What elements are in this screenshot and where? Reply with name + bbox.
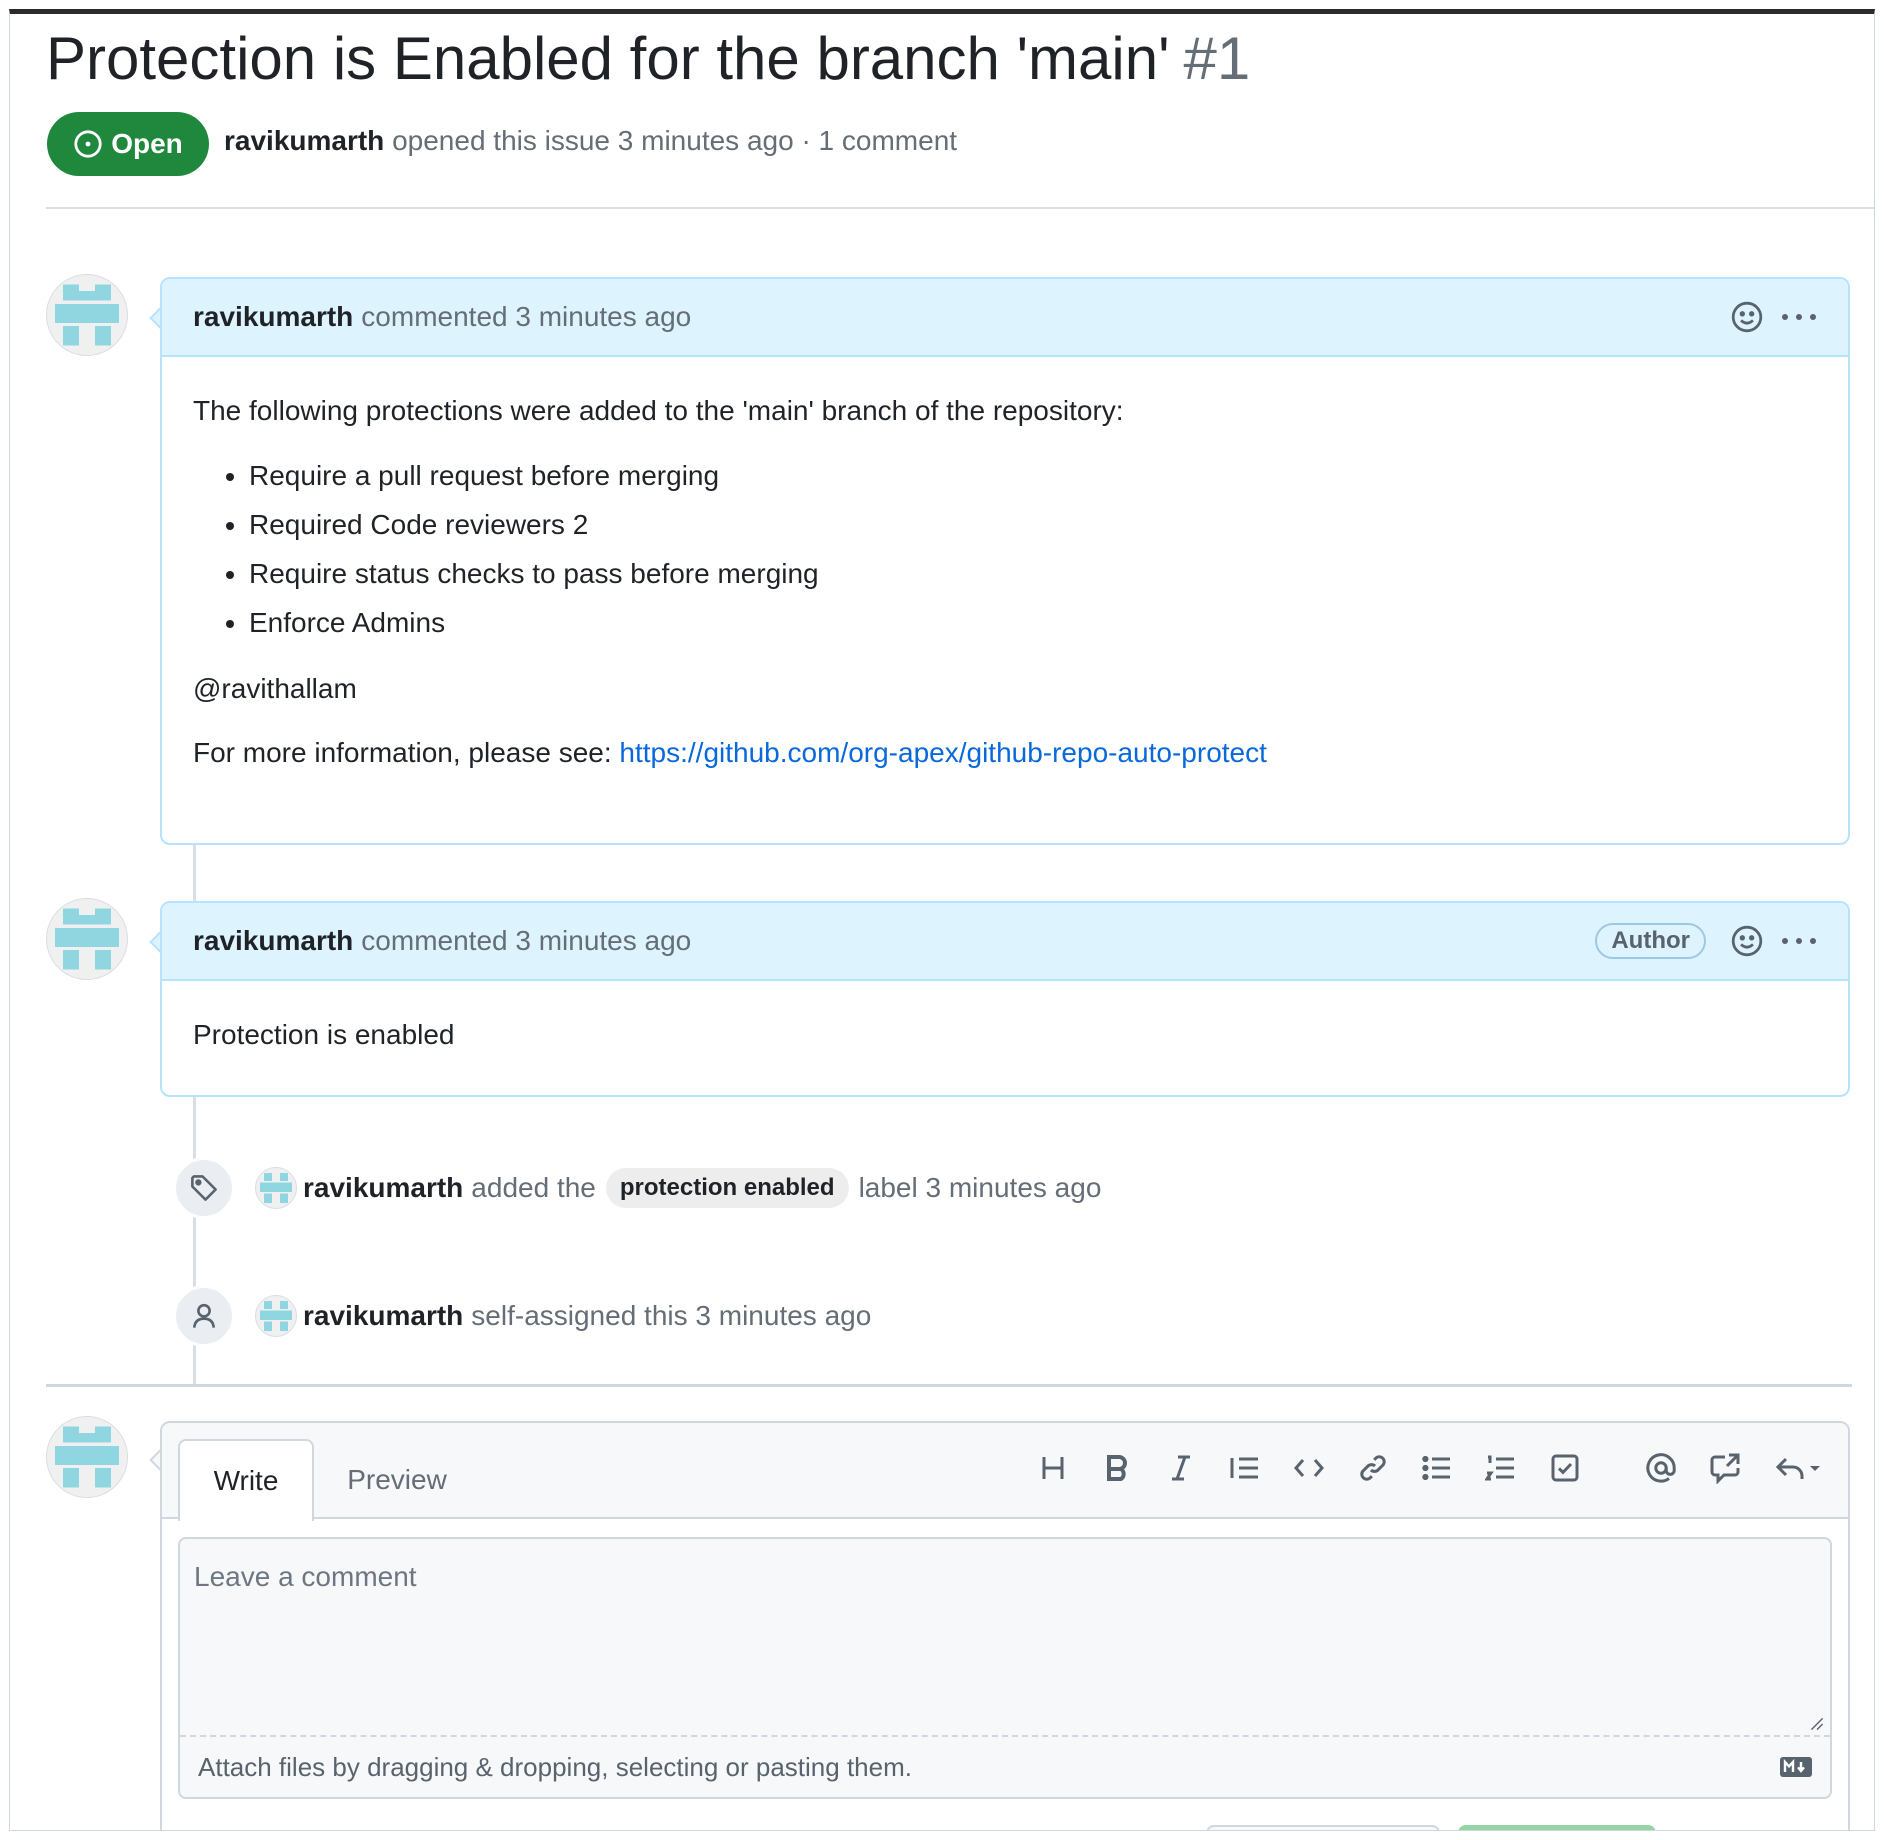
comment-placeholder: Leave a comment xyxy=(194,1561,417,1592)
author-badge: Author xyxy=(1595,923,1706,959)
comment-box: ravikumarth commented 3 minutes ago Auth… xyxy=(160,901,1850,1097)
comment-textarea[interactable]: Leave a comment Attach files by dragging… xyxy=(178,1537,1832,1799)
saved-replies-icon[interactable] xyxy=(1768,1447,1828,1489)
attach-files-bar[interactable]: Attach files by dragging & dropping, sel… xyxy=(180,1735,1830,1797)
link-icon[interactable] xyxy=(1352,1447,1394,1489)
close-issue-button[interactable] xyxy=(1206,1825,1440,1830)
list-item: Require status checks to pass before mer… xyxy=(249,549,1817,598)
heading-icon[interactable] xyxy=(1032,1447,1074,1489)
person-icon xyxy=(173,1285,235,1347)
submit-comment-button[interactable] xyxy=(1458,1825,1656,1830)
tab-write[interactable]: Write xyxy=(178,1439,314,1521)
smiley-icon[interactable] xyxy=(1728,922,1766,960)
avatar[interactable] xyxy=(46,1416,128,1498)
issue-state-badge: Open xyxy=(47,112,209,176)
comment-author[interactable]: ravikumarth xyxy=(193,301,353,333)
list-item: Require a pull request before merging xyxy=(249,451,1817,500)
issue-title-text: Protection is Enabled for the branch 'ma… xyxy=(46,25,1170,92)
comment-header: ravikumarth commented 3 minutes ago Auth… xyxy=(162,903,1848,981)
comment-timestamp[interactable]: commented 3 minutes ago xyxy=(361,301,691,333)
label-badge[interactable]: protection enabled xyxy=(605,1168,849,1208)
list-item: Enforce Admins xyxy=(249,598,1817,647)
avatar[interactable] xyxy=(46,274,128,356)
resize-handle-icon[interactable] xyxy=(1810,1717,1824,1731)
code-icon[interactable] xyxy=(1288,1447,1330,1489)
timeline-event-label: ravikumarth added the protection enabled… xyxy=(173,1157,1101,1219)
issue-author-link[interactable]: ravikumarth xyxy=(224,125,384,156)
attach-hint: Attach files by dragging & dropping, sel… xyxy=(198,1751,912,1782)
list-item: Required Code reviewers 2 xyxy=(249,500,1817,549)
comment-body: Protection is enabled xyxy=(162,1019,1848,1051)
protection-list: Require a pull request before merging Re… xyxy=(193,451,1817,647)
avatar[interactable] xyxy=(46,898,128,980)
event-text: added the xyxy=(471,1172,596,1203)
avatar[interactable] xyxy=(255,1167,297,1209)
issue-number: #1 xyxy=(1183,25,1251,92)
smiley-icon[interactable] xyxy=(1728,298,1766,336)
timeline-event-assigned: ravikumarth self-assigned this 3 minutes… xyxy=(173,1285,871,1347)
task-list-icon[interactable] xyxy=(1544,1447,1586,1489)
comment-header: ravikumarth commented 3 minutes ago xyxy=(162,279,1848,357)
comment-box: ravikumarth commented 3 minutes ago The … xyxy=(160,277,1850,845)
reference-icon[interactable] xyxy=(1704,1447,1746,1489)
italic-icon[interactable] xyxy=(1160,1447,1202,1489)
avatar[interactable] xyxy=(255,1295,297,1337)
more-info-prefix: For more information, please see: xyxy=(193,737,620,768)
event-actor[interactable]: ravikumarth xyxy=(303,1172,463,1204)
timeline-divider xyxy=(46,1384,1852,1387)
comment-text: Protection is enabled xyxy=(193,1019,455,1050)
issue-title: Protection is Enabled for the branch 'ma… xyxy=(46,24,1250,93)
quote-icon[interactable] xyxy=(1224,1447,1266,1489)
comment-body: The following protections were added to … xyxy=(162,395,1848,769)
event-actor[interactable]: ravikumarth xyxy=(303,1300,463,1332)
comment-intro: The following protections were added to … xyxy=(193,395,1124,426)
header-divider xyxy=(46,207,1874,209)
event-text: label 3 minutes ago xyxy=(858,1172,1102,1203)
mention-icon[interactable] xyxy=(1640,1447,1682,1489)
mention-link[interactable]: @ravithallam xyxy=(193,673,1817,705)
kebab-horizontal-icon[interactable] xyxy=(1780,922,1818,960)
event-text: self-assigned this 3 minutes ago xyxy=(471,1300,872,1331)
ordered-list-icon[interactable] xyxy=(1480,1447,1522,1489)
comment-author[interactable]: ravikumarth xyxy=(193,925,353,957)
issue-meta-text: opened this issue 3 minutes ago · 1 comm… xyxy=(392,125,958,156)
issue-state-label: Open xyxy=(111,128,183,159)
editor-header: Write Preview xyxy=(162,1423,1848,1521)
comment-editor: Write Preview Leave a comment Attach fil… xyxy=(160,1421,1850,1830)
issue-page: Protection is Enabled for the branch 'ma… xyxy=(9,9,1875,1831)
repo-link[interactable]: https://github.com/org-apex/github-repo-… xyxy=(619,737,1266,768)
kebab-horizontal-icon[interactable] xyxy=(1780,298,1818,336)
unordered-list-icon[interactable] xyxy=(1416,1447,1458,1489)
bold-icon[interactable] xyxy=(1096,1447,1138,1489)
tag-icon xyxy=(173,1157,235,1219)
markdown-icon[interactable] xyxy=(1780,1757,1812,1777)
issue-meta: ravikumarth opened this issue 3 minutes … xyxy=(224,125,957,157)
more-info-text: For more information, please see: https:… xyxy=(193,737,1817,769)
markdown-toolbar xyxy=(1010,1447,1828,1489)
issue-open-icon xyxy=(74,130,102,158)
comment-timestamp[interactable]: commented 3 minutes ago xyxy=(361,925,691,957)
tab-preview[interactable]: Preview xyxy=(332,1439,462,1521)
